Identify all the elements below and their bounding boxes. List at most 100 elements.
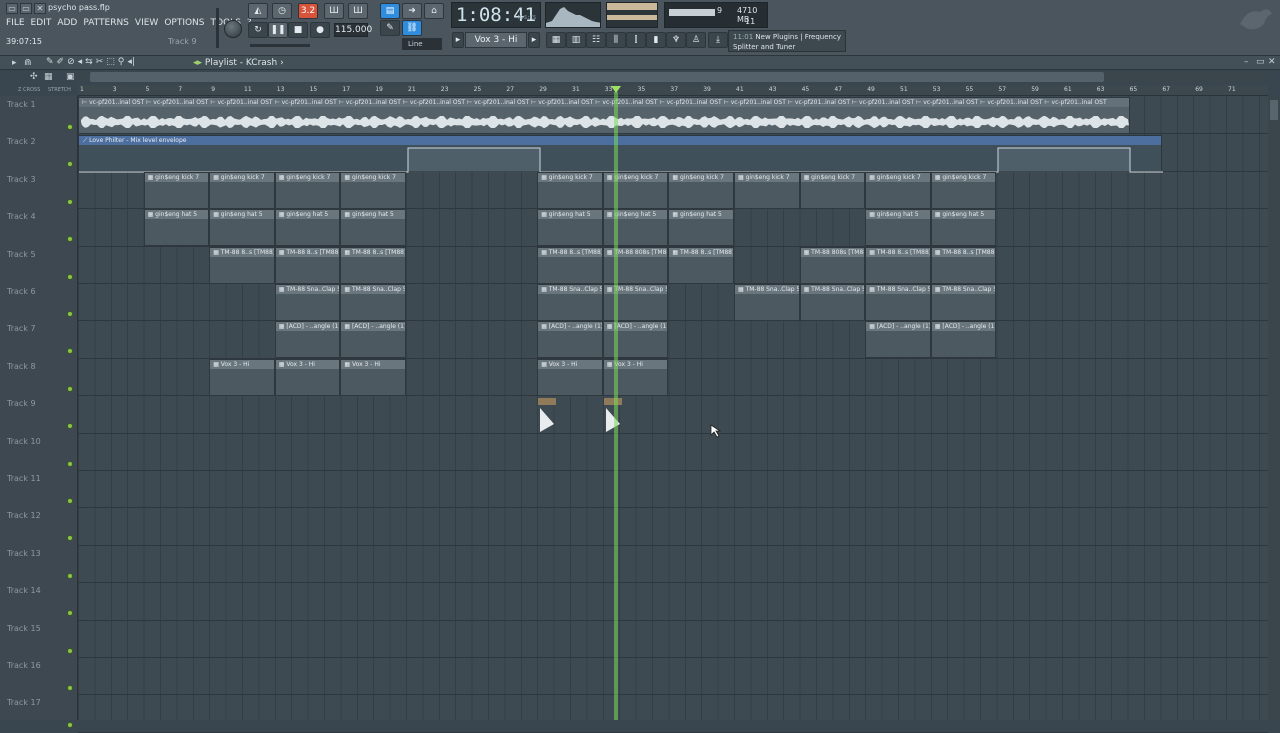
pattern-clip[interactable]: ▦ gin$eng hat 5: [274, 209, 341, 247]
next-pattern-button[interactable]: ▸: [528, 32, 540, 48]
master-pitch-knob[interactable]: [224, 20, 242, 38]
pattern-clip[interactable]: ▦ gin$eng kick 7: [274, 171, 341, 209]
mute-icon[interactable]: ◂: [78, 57, 83, 67]
pattern-clip[interactable]: ▦ gin$eng kick 7: [537, 171, 603, 209]
playhead-marker-icon[interactable]: [611, 86, 621, 93]
pattern-clip[interactable]: ▦ TM-88 Sna..Clap 5: [340, 284, 406, 321]
track-name[interactable]: Track 9: [7, 399, 36, 408]
view-options-icon[interactable]: ▣: [66, 72, 75, 82]
track-mute-led-icon[interactable]: [67, 572, 73, 579]
track-name[interactable]: Track 16: [7, 661, 41, 670]
pattern-clip[interactable]: ▦ gin$eng hat 5: [340, 209, 406, 247]
zoom-icon[interactable]: ⚲: [118, 57, 125, 67]
step-edit-icon[interactable]: Ш: [324, 3, 344, 19]
pattern-clip[interactable]: ▦ TM-88 Sna..Clap 5: [865, 284, 931, 321]
pattern-clip[interactable]: ▦ TM-88 Sna..Clap 5: [799, 284, 866, 321]
track-name[interactable]: Track 12: [7, 511, 41, 520]
horizontal-scrollbar-thumb[interactable]: [90, 72, 1104, 82]
pattern-clip[interactable]: ▦ TM-88 Sna..Clap 5: [734, 284, 800, 321]
pattern-clip[interactable]: ▦ TM-88 808s [TM88]: [799, 246, 866, 284]
loop-record-icon[interactable]: Ш: [348, 3, 368, 19]
track-mute-led-icon[interactable]: [67, 311, 73, 317]
maximize-button[interactable]: ▭: [20, 3, 32, 14]
song-time-display[interactable]: 1:08:41 M:S:CS: [451, 2, 541, 28]
pattern-clip[interactable]: ▦ TM-88 8..s [TM88]: [537, 246, 603, 284]
snap-mode-select[interactable]: Line: [402, 38, 442, 50]
track-name[interactable]: Track 4: [7, 212, 36, 221]
track-name[interactable]: Track 7: [7, 324, 36, 333]
mixer-icon[interactable]: ⫼: [606, 32, 626, 48]
pattern-clip[interactable]: ▦ gin$eng hat 5: [209, 209, 275, 247]
slice-icon[interactable]: ✂: [96, 57, 104, 67]
pattern-clip[interactable]: ▦ TM-88 8..s [TM88]: [340, 246, 406, 284]
pattern-clip[interactable]: ▦ gin$eng kick 7: [930, 171, 997, 209]
track-mute-led-icon[interactable]: [67, 348, 73, 355]
track-mute-led-icon[interactable]: [67, 198, 73, 205]
track-name[interactable]: Track 15: [7, 624, 41, 633]
pattern-clip[interactable]: ▦ gin$eng kick 7: [734, 171, 800, 209]
track-mute-led-icon[interactable]: [67, 460, 73, 467]
magnet-icon[interactable]: ⋒: [24, 58, 32, 68]
track-mute-led-icon[interactable]: [67, 124, 73, 130]
pattern-clip[interactable]: ▦ gin$eng hat 5: [865, 209, 931, 247]
track-mute-led-icon[interactable]: [67, 498, 73, 504]
track-mute-led-icon[interactable]: [67, 722, 73, 729]
track-name[interactable]: Track 1: [7, 100, 36, 109]
minimize-button[interactable]: ▭: [6, 3, 18, 14]
tempo-display[interactable]: 115.000: [334, 23, 372, 37]
menu-view[interactable]: VIEW: [135, 18, 158, 28]
track-name[interactable]: Track 6: [7, 287, 36, 296]
menu-file[interactable]: FILE: [6, 18, 25, 28]
track-mute-led-icon[interactable]: [67, 685, 73, 691]
arrow-right-icon[interactable]: ➜: [402, 3, 422, 19]
metronome-icon[interactable]: ◭: [248, 3, 268, 19]
pattern-clip[interactable]: ▦ gin$eng hat 5: [602, 209, 669, 247]
pattern-clip[interactable]: ▦ TM-88 8..s [TM88]: [209, 246, 275, 284]
playlist-menu-arrow-icon[interactable]: ▸: [12, 58, 17, 68]
pattern-clip[interactable]: ▦ Vox 3 - Hi: [274, 358, 341, 396]
pattern-clip[interactable]: ▦ gin$eng kick 7: [865, 171, 931, 209]
track-name[interactable]: Track 14: [7, 586, 41, 595]
pattern-clip[interactable]: ▦ Vox 3 - Hi: [340, 358, 406, 396]
pattern-clip[interactable]: ▦ [ACD] - ..angle (1): [930, 321, 997, 359]
prev-pattern-button[interactable]: ▸: [452, 32, 464, 48]
close-button[interactable]: ✕: [34, 3, 46, 14]
news-panel[interactable]: 11:01 New Plugins | Frequency Splitter a…: [728, 30, 846, 52]
vocal-chop-clip[interactable]: [538, 398, 556, 432]
audio-clip[interactable]: ⊢ vc-pf201..inal OST ⊢ vc-pf201..inal OS…: [78, 97, 1130, 134]
pattern-clip[interactable]: ▦ gin$eng kick 7: [799, 171, 866, 209]
countdown-icon[interactable]: 3.2: [298, 3, 318, 19]
record-button[interactable]: ●: [310, 22, 330, 38]
playlist-icon[interactable]: ▦: [546, 32, 566, 48]
slip-icon[interactable]: ⇆: [85, 57, 93, 67]
master-volume-slider[interactable]: [216, 8, 219, 48]
playlist-minimize-icon[interactable]: –: [1244, 57, 1249, 67]
track-name[interactable]: Track 5: [7, 250, 36, 259]
pattern-clip[interactable]: ▦ gin$eng kick 7: [602, 171, 669, 209]
browser-icon[interactable]: ⫿: [626, 32, 646, 48]
vertical-scrollbar-track[interactable]: [1268, 96, 1280, 720]
pattern-clip[interactable]: ▦ [ACD] - ..angle (1): [865, 321, 931, 359]
pattern-clip[interactable]: ▦ TM-88 8..s [TM88]: [668, 246, 734, 284]
pattern-clip[interactable]: ▦ gin$eng kick 7: [668, 171, 734, 209]
help-icon[interactable]: ♙: [686, 32, 706, 48]
plugin-picker-icon[interactable]: ▮: [646, 32, 666, 48]
menu-options[interactable]: OPTIONS: [164, 18, 204, 28]
snap-icon[interactable]: ▤: [380, 3, 400, 19]
track-name[interactable]: Track 13: [7, 549, 41, 558]
playlist-close-icon[interactable]: ✕: [1268, 57, 1276, 67]
nudge-icon[interactable]: ✣: [30, 72, 38, 82]
paint-icon[interactable]: ✐: [57, 57, 65, 67]
position-slider[interactable]: [250, 44, 310, 47]
track-name[interactable]: Track 10: [7, 437, 41, 446]
plug-icon[interactable]: ♆: [666, 32, 686, 48]
pattern-clip[interactable]: ▦ TM-88 Sna..Clap 5: [602, 284, 669, 321]
vocal-chop-clip[interactable]: [604, 398, 622, 432]
menu-add[interactable]: ADD: [57, 18, 77, 28]
pattern-clip[interactable]: ▦ TM-88 808s [TM88]: [602, 246, 669, 284]
track-name[interactable]: Track 3: [7, 175, 36, 184]
pencil-tool-icon[interactable]: ✎: [380, 20, 400, 36]
pattern-clip[interactable]: ▦ TM-88 8..s [TM88]: [930, 246, 997, 284]
pattern-clip[interactable]: ▦ TM-88 Sna..Clap 5: [537, 284, 603, 321]
track-mute-led-icon[interactable]: [67, 161, 73, 168]
